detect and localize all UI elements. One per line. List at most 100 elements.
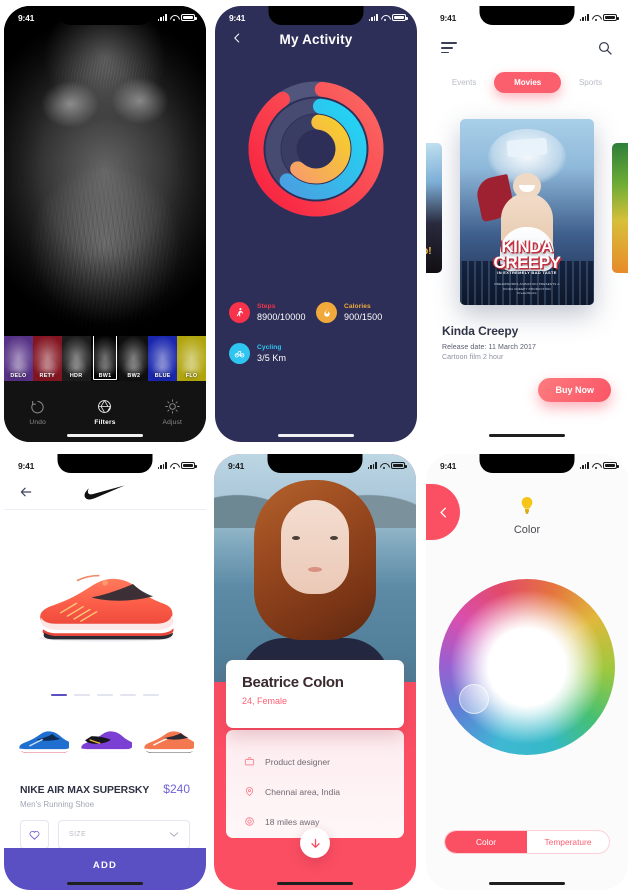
carousel-dot[interactable] bbox=[120, 694, 136, 696]
profile-photo bbox=[214, 454, 416, 682]
stat-key: Cycling bbox=[257, 344, 282, 351]
tool-undo[interactable]: Undo bbox=[4, 398, 71, 426]
lightbulb-icon bbox=[519, 496, 535, 516]
cellular-bars-icon bbox=[579, 14, 589, 21]
home-indicator[interactable] bbox=[67, 881, 143, 885]
category-tabs: Events Movies Sports bbox=[426, 72, 628, 93]
status-time: 9:41 bbox=[18, 12, 35, 23]
filter-thumb-1[interactable]: RETY bbox=[32, 336, 62, 381]
person-lips bbox=[308, 567, 322, 572]
stats-row-1: Steps 8900/10000 Calories 900/1500 bbox=[229, 302, 403, 343]
filter-label: BLUE bbox=[154, 372, 171, 379]
home-indicator[interactable] bbox=[278, 433, 354, 437]
search-icon[interactable] bbox=[597, 40, 613, 56]
photo-preview[interactable] bbox=[4, 6, 206, 336]
wifi-icon bbox=[380, 462, 388, 469]
color-wheel[interactable] bbox=[439, 579, 615, 755]
filter-label: RETY bbox=[39, 372, 56, 379]
favorite-button[interactable] bbox=[20, 820, 49, 849]
poster-next[interactable] bbox=[612, 143, 628, 273]
swoosh-glyph bbox=[84, 484, 125, 499]
wifi-icon bbox=[170, 14, 178, 21]
home-indicator[interactable] bbox=[67, 433, 143, 437]
search-glyph bbox=[598, 41, 612, 55]
poster-carousel[interactable]: KINDA CREEPY IN EXTREMELY BAD TASTE DREA… bbox=[426, 111, 628, 306]
filter-thumb-5[interactable]: BLUE bbox=[148, 336, 178, 381]
tool-filters[interactable]: Filters bbox=[71, 398, 138, 426]
stat-calories[interactable]: Calories 900/1500 bbox=[316, 302, 403, 323]
home-indicator[interactable] bbox=[277, 881, 353, 885]
panel-my-activity: My Activity Steps 8900/10000 Calories 90… bbox=[210, 0, 422, 448]
thumbnail-purple-shoe[interactable] bbox=[78, 712, 132, 772]
rings-svg bbox=[248, 81, 384, 217]
stat-steps[interactable]: Steps 8900/10000 bbox=[229, 302, 316, 323]
thumbnail-blue-shoe[interactable] bbox=[16, 712, 70, 772]
segment-color[interactable]: Color bbox=[445, 831, 527, 853]
person-eye-right bbox=[330, 536, 338, 540]
status-time: 9:41 bbox=[228, 460, 245, 471]
filter-thumb-6[interactable]: FLO bbox=[177, 336, 206, 381]
stat-key: Calories bbox=[344, 303, 371, 310]
thumbnail-orange-shoe[interactable] bbox=[141, 712, 194, 772]
radar-icon bbox=[245, 817, 254, 826]
hamburger-menu-icon[interactable] bbox=[441, 42, 459, 54]
filter-label: BW1 bbox=[98, 372, 112, 379]
tab-events[interactable]: Events bbox=[442, 73, 486, 92]
stat-cycling[interactable]: Cycling 3/5 Km bbox=[229, 343, 316, 364]
battery-icon bbox=[392, 14, 408, 21]
filter-thumb-4[interactable]: BW2 bbox=[119, 336, 149, 381]
device-notch bbox=[479, 6, 575, 25]
expand-button[interactable] bbox=[300, 828, 330, 858]
back-button[interactable] bbox=[18, 485, 34, 499]
stat-text: Cycling 3/5 Km bbox=[257, 344, 286, 363]
stat-value: 3/5 Km bbox=[257, 353, 287, 363]
carousel-dot[interactable] bbox=[143, 694, 159, 696]
poster-previous[interactable] bbox=[426, 143, 442, 273]
tab-movies[interactable]: Movies bbox=[494, 72, 562, 93]
panel-photo-filter-editor: DELO RETY HDR BW1 BW2 BLUE FLO Undo Filt… bbox=[0, 0, 210, 448]
filter-thumb-3-selected[interactable]: BW1 bbox=[90, 336, 120, 381]
carousel-dot[interactable] bbox=[97, 694, 113, 696]
stat-key: Steps bbox=[257, 303, 276, 310]
vignette-overlay bbox=[4, 6, 206, 336]
home-indicator[interactable] bbox=[489, 881, 565, 885]
filter-thumb-0[interactable]: DELO bbox=[4, 336, 33, 381]
person-face bbox=[281, 500, 349, 594]
battery-icon bbox=[391, 462, 407, 469]
status-icons bbox=[157, 14, 197, 21]
flame-icon bbox=[316, 302, 337, 323]
buy-now-button[interactable]: Buy Now bbox=[538, 378, 611, 402]
cellular-bars-icon bbox=[367, 462, 377, 469]
product-header bbox=[4, 474, 206, 510]
chevron-down-icon bbox=[169, 832, 179, 837]
stat-value: 900/1500 bbox=[344, 312, 383, 322]
device-notch bbox=[268, 6, 364, 25]
carousel-dot[interactable] bbox=[74, 694, 90, 696]
phone-frame-3: Events Movies Sports up! KINDA CREEPY IN… bbox=[426, 6, 628, 442]
product-hero-image[interactable] bbox=[4, 528, 206, 678]
size-select[interactable]: SIZE bbox=[58, 820, 190, 849]
arrow-left-icon bbox=[20, 487, 32, 496]
poster-art-right bbox=[612, 143, 628, 273]
status-time: 9:41 bbox=[18, 460, 35, 471]
product-thumbnails bbox=[16, 712, 194, 772]
filter-thumb-2[interactable]: HDR bbox=[61, 336, 91, 381]
mode-segmented-control: Color Temperature bbox=[444, 830, 610, 854]
home-indicator[interactable] bbox=[489, 433, 565, 437]
filter-label: FLO bbox=[185, 372, 198, 379]
tool-adjust[interactable]: Adjust bbox=[139, 398, 206, 426]
battery-icon bbox=[603, 14, 619, 21]
carousel-dots[interactable] bbox=[51, 694, 159, 696]
filter-strip[interactable]: DELO RETY HDR BW1 BW2 BLUE FLO bbox=[4, 336, 206, 381]
location-pin-icon bbox=[245, 787, 254, 797]
tab-sports[interactable]: Sports bbox=[569, 73, 612, 92]
stat-text: Calories 900/1500 bbox=[344, 303, 382, 322]
product-title-row: NIKE AIR MAX SUPERSKY $240 bbox=[20, 782, 190, 796]
poster-current[interactable]: KINDA CREEPY IN EXTREMELY BAD TASTE DREA… bbox=[460, 119, 594, 305]
mockup-grid: DELO RETY HDR BW1 BW2 BLUE FLO Undo Filt… bbox=[0, 0, 632, 896]
color-wheel-knob[interactable] bbox=[459, 684, 489, 714]
carousel-dot-active[interactable] bbox=[51, 694, 67, 696]
segment-temperature[interactable]: Temperature bbox=[527, 831, 609, 853]
status-icons bbox=[579, 462, 619, 469]
thumb-shoe-1 bbox=[19, 731, 70, 753]
